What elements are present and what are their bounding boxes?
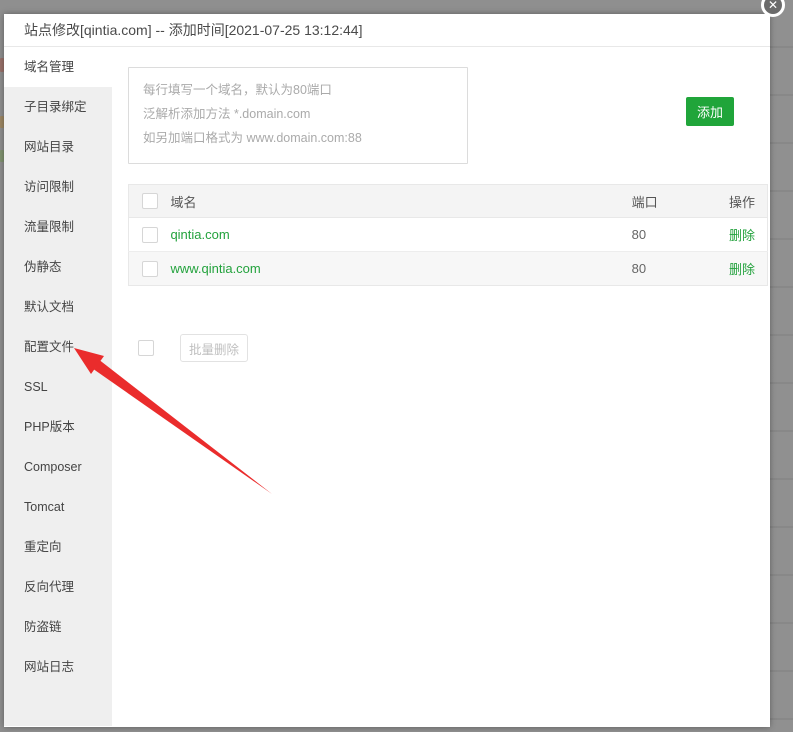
- batch-actions: 批量删除: [128, 334, 248, 362]
- sidebar-item-tomcat[interactable]: Tomcat: [4, 487, 112, 527]
- port-value: 80: [631, 227, 647, 242]
- table-row: www.qintia.com 80 删除: [128, 251, 768, 286]
- sidebar-item-hotlink-protection[interactable]: 防盗链: [4, 607, 112, 647]
- sidebar-item-ssl[interactable]: SSL: [4, 367, 112, 407]
- site-modify-dialog: 站点修改[qintia.com] -- 添加时间[2021-07-25 13:1…: [4, 0, 785, 727]
- delete-link[interactable]: 删除: [729, 262, 755, 277]
- sidebar-item-config-file[interactable]: 配置文件: [4, 327, 112, 367]
- select-all-checkbox[interactable]: [141, 193, 158, 210]
- dialog-header: 站点修改[qintia.com] -- 添加时间[2021-07-25 13:1…: [4, 14, 770, 47]
- dialog-sidebar: 域名管理 子目录绑定 网站目录 访问限制 流量限制 伪静态 默认文档 配置文件 …: [4, 47, 112, 726]
- port-column-header: 端口: [631, 184, 698, 218]
- domain-column-header: 域名: [170, 184, 632, 218]
- row-checkbox[interactable]: [141, 260, 158, 277]
- domain-link[interactable]: qintia.com: [170, 227, 229, 242]
- domain-management-panel: 添加 域名 端口 操作 qintia.com 80 删除: [112, 47, 770, 726]
- sidebar-item-traffic-limit[interactable]: 流量限制: [4, 207, 112, 247]
- sidebar-item-site-logs[interactable]: 网站日志: [4, 647, 112, 687]
- sidebar-item-default-document[interactable]: 默认文档: [4, 287, 112, 327]
- sidebar-item-reverse-proxy[interactable]: 反向代理: [4, 567, 112, 607]
- batch-select-checkbox[interactable]: [138, 340, 154, 356]
- port-value: 80: [631, 261, 647, 276]
- sidebar-item-site-directory[interactable]: 网站目录: [4, 127, 112, 167]
- delete-link[interactable]: 删除: [729, 228, 755, 243]
- add-domain-button[interactable]: 添加: [686, 97, 734, 126]
- sidebar-item-php-version[interactable]: PHP版本: [4, 407, 112, 447]
- row-checkbox[interactable]: [141, 226, 158, 243]
- sidebar-item-access-restriction[interactable]: 访问限制: [4, 167, 112, 207]
- sidebar-item-url-rewrite[interactable]: 伪静态: [4, 247, 112, 287]
- domain-link[interactable]: www.qintia.com: [170, 261, 260, 276]
- dimmed-background: [770, 0, 793, 732]
- dialog-title: 站点修改[qintia.com] -- 添加时间[2021-07-25 13:1…: [24, 22, 363, 38]
- batch-delete-button[interactable]: 批量删除: [180, 334, 248, 362]
- table-header-row: 域名 端口 操作: [128, 184, 768, 218]
- sidebar-item-composer[interactable]: Composer: [4, 447, 112, 487]
- sidebar-item-redirect[interactable]: 重定向: [4, 527, 112, 567]
- domain-table: 域名 端口 操作 qintia.com 80 删除 www.qintia.com: [128, 184, 768, 286]
- sidebar-item-domain-management[interactable]: 域名管理: [4, 47, 112, 87]
- action-column-header: 操作: [697, 184, 768, 218]
- table-row: qintia.com 80 删除: [128, 217, 768, 252]
- close-icon: ✕: [767, 0, 779, 12]
- sidebar-item-subdirectory-binding[interactable]: 子目录绑定: [4, 87, 112, 127]
- domains-input[interactable]: [128, 67, 468, 164]
